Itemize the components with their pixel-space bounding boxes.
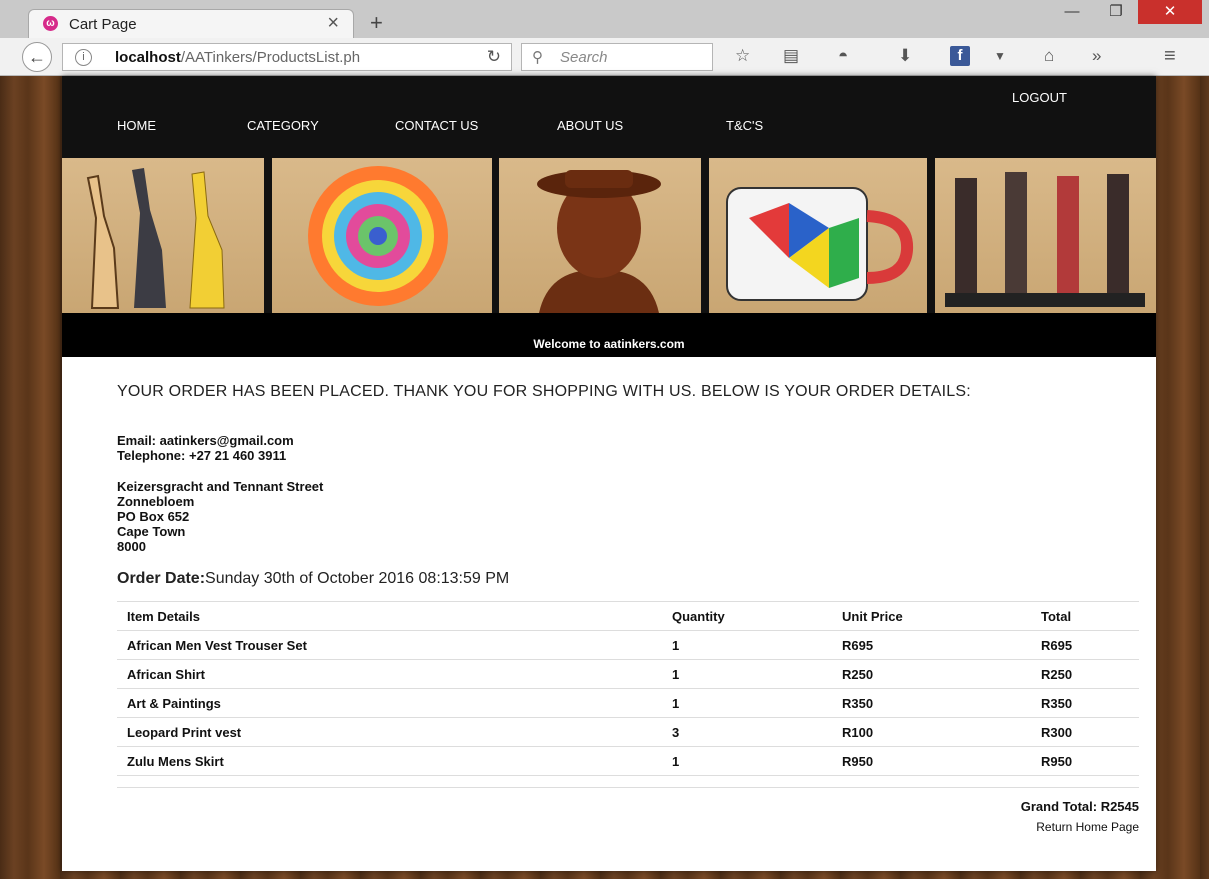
item-total: R695 xyxy=(1031,630,1139,660)
order-date-value: Sunday 30th of October 2016 08:13:59 PM xyxy=(205,570,510,587)
browser-tab[interactable]: ω Cart Page × xyxy=(28,9,354,38)
welcome-text: Welcome to aatinkers.com xyxy=(533,337,685,351)
page-background: LOGOUT HOME CATEGORY CONTACT US ABOUT US… xyxy=(0,76,1209,879)
address-line: 8000 xyxy=(117,539,146,554)
item-quantity: 1 xyxy=(662,659,832,689)
order-date: Order Date:Sunday 30th of October 2016 0… xyxy=(117,570,509,588)
bookmark-star-icon[interactable]: ☆ xyxy=(735,46,750,66)
pocket-icon[interactable]: ◓ xyxy=(838,46,848,66)
browser-toolbar: ← i localhost/AATinkers/ProductsList.ph … xyxy=(0,38,1209,76)
item-quantity: 1 xyxy=(662,630,832,660)
dropdown-arrow-icon[interactable]: ▼ xyxy=(994,46,1006,66)
url-path: /AATinkers/ProductsList.ph xyxy=(180,49,361,66)
logout-link[interactable]: LOGOUT xyxy=(1012,90,1067,105)
facebook-icon[interactable]: f xyxy=(950,46,970,66)
tab-title: Cart Page xyxy=(69,16,137,33)
search-input[interactable]: ⚲ Search xyxy=(521,43,713,71)
order-confirmation-message: YOUR ORDER HAS BEEN PLACED. THANK YOU FO… xyxy=(117,383,971,400)
address-line: Cape Town xyxy=(117,524,186,539)
address-bar[interactable]: i localhost/AATinkers/ProductsList.ph ↻ xyxy=(62,43,512,71)
item-unit-price: R950 xyxy=(832,746,1031,776)
product-banner xyxy=(62,158,1156,313)
item-unit-price: R100 xyxy=(832,717,1031,747)
nav-terms[interactable]: T&C'S xyxy=(726,118,763,133)
column-header: Item Details xyxy=(117,601,662,631)
contact-email: Email: aatinkers@gmail.com xyxy=(117,433,294,448)
restore-window-icon[interactable]: ❐ xyxy=(1094,0,1138,24)
table-row: Leopard Print vest 3 R100 R300 xyxy=(117,717,1139,747)
browser-tab-strip: ω Cart Page × + — ❐ ✕ xyxy=(0,0,1209,38)
table-row: African Shirt 1 R250 R250 xyxy=(117,659,1139,689)
search-icon: ⚲ xyxy=(532,49,543,66)
download-icon[interactable]: ⬇ xyxy=(898,46,912,66)
table-row: African Men Vest Trouser Set 1 R695 R695 xyxy=(117,630,1139,660)
new-tab-icon[interactable]: + xyxy=(370,12,383,34)
item-unit-price: R350 xyxy=(832,688,1031,718)
reload-icon[interactable]: ↻ xyxy=(487,47,501,67)
info-icon[interactable]: i xyxy=(75,49,92,66)
column-header: Quantity xyxy=(662,601,832,631)
search-placeholder: Search xyxy=(560,49,608,66)
url-host: localhost xyxy=(115,49,181,66)
item-total: R250 xyxy=(1031,659,1139,689)
address-line: Keizersgracht and Tennant Street xyxy=(117,479,324,494)
nav-about-us[interactable]: ABOUT US xyxy=(557,118,623,133)
table-header-row: Item Details Quantity Unit Price Total xyxy=(117,601,1139,631)
item-name: Art & Paintings xyxy=(117,688,662,718)
item-unit-price: R250 xyxy=(832,659,1031,689)
site-header: LOGOUT HOME CATEGORY CONTACT US ABOUT US… xyxy=(62,76,1156,158)
item-unit-price: R695 xyxy=(832,630,1031,660)
welcome-bar: Welcome to aatinkers.com xyxy=(62,313,1156,357)
return-home-link[interactable]: Return Home Page xyxy=(1036,820,1139,834)
item-name: African Shirt xyxy=(117,659,662,689)
order-date-label: Order Date: xyxy=(117,570,206,587)
item-name: Zulu Mens Skirt xyxy=(117,746,662,776)
order-items-table: Item Details Quantity Unit Price Total A… xyxy=(117,601,1139,776)
address-line: Zonnebloem xyxy=(117,494,195,509)
table-row: Zulu Mens Skirt 1 R950 R950 xyxy=(117,746,1139,776)
back-button[interactable]: ← xyxy=(22,42,52,72)
item-total: R300 xyxy=(1031,717,1139,747)
address-line: PO Box 652 xyxy=(117,509,190,524)
item-name: African Men Vest Trouser Set xyxy=(117,630,662,660)
item-total: R350 xyxy=(1031,688,1139,718)
woven-basket-image xyxy=(272,158,492,313)
item-quantity: 1 xyxy=(662,746,832,776)
arrow-left-icon: ← xyxy=(28,47,46,67)
site-favicon-icon: ω xyxy=(43,16,58,31)
url-text: localhost/AATinkers/ProductsList.ph xyxy=(115,49,360,66)
close-window-icon[interactable]: ✕ xyxy=(1138,0,1202,24)
figurine-carvings-image xyxy=(935,158,1156,313)
column-header: Total xyxy=(1031,601,1139,631)
home-icon[interactable]: ⌂ xyxy=(1044,46,1054,66)
giraffe-carvings-image xyxy=(62,158,264,313)
nav-home[interactable]: HOME xyxy=(117,118,156,133)
site-container: LOGOUT HOME CATEGORY CONTACT US ABOUT US… xyxy=(62,76,1156,871)
item-quantity: 3 xyxy=(662,717,832,747)
order-summary: Grand Total: R2545 Return Home Page xyxy=(117,787,1139,834)
carved-bust-image xyxy=(499,158,701,313)
address-block: Keizersgracht and Tennant Street Zonnebl… xyxy=(117,479,323,554)
contact-telephone: Telephone: +27 21 460 3911 xyxy=(117,448,287,463)
overflow-chevron-icon[interactable]: » xyxy=(1092,46,1101,66)
close-tab-icon[interactable]: × xyxy=(327,12,339,35)
minimize-window-icon[interactable]: — xyxy=(1050,0,1094,24)
column-header: Unit Price xyxy=(832,601,1031,631)
beaded-mug-image xyxy=(709,158,927,313)
item-quantity: 1 xyxy=(662,688,832,718)
item-total: R950 xyxy=(1031,746,1139,776)
grand-total: Grand Total: R2545 xyxy=(1020,799,1139,814)
reading-list-icon[interactable]: ▤ xyxy=(783,46,799,66)
order-content: YOUR ORDER HAS BEEN PLACED. THANK YOU FO… xyxy=(117,383,1139,834)
nav-category[interactable]: CATEGORY xyxy=(247,118,319,133)
item-name: Leopard Print vest xyxy=(117,717,662,747)
menu-icon[interactable]: ≡ xyxy=(1164,46,1176,66)
nav-contact-us[interactable]: CONTACT US xyxy=(395,118,478,133)
table-row: Art & Paintings 1 R350 R350 xyxy=(117,688,1139,718)
contact-block: Email: aatinkers@gmail.com Telephone: +2… xyxy=(117,433,294,463)
